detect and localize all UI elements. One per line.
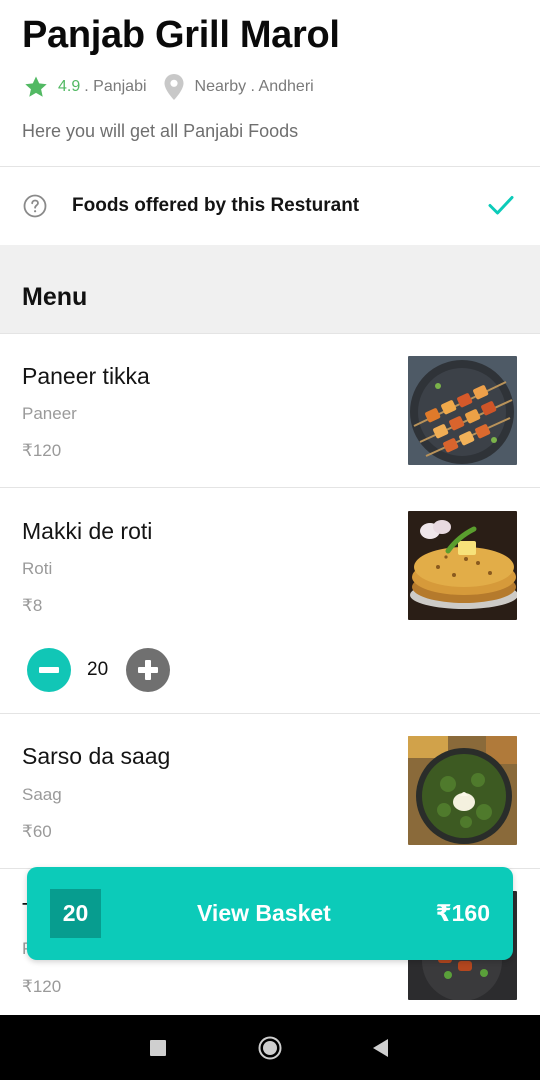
menu-item-price: ₹120: [22, 977, 62, 996]
check-icon: [488, 196, 514, 215]
home-button[interactable]: [258, 1036, 282, 1060]
recents-button[interactable]: [150, 1040, 166, 1056]
quantity-value: 20: [87, 659, 109, 680]
menu-item-name: Makki de roti: [22, 518, 153, 544]
location-label: Nearby . Andheri: [194, 78, 314, 95]
menu-item[interactable]: Makki de roti Roti ₹8 20: [0, 488, 540, 713]
menu-item-category: Roti: [22, 559, 53, 578]
menu-section-header: Menu: [0, 245, 540, 333]
menu-item[interactable]: Paneer tikka Paneer ₹120: [0, 334, 540, 487]
menu-item[interactable]: Sarso da saag Saag ₹60: [0, 714, 540, 868]
system-navigation-bar: [0, 1015, 540, 1080]
view-basket-label: View Basket: [197, 900, 331, 926]
foods-offered-label: Foods offered by this Resturant: [72, 195, 360, 216]
star-icon: [25, 76, 47, 97]
minus-icon: [39, 667, 59, 673]
rating-value: 4.9: [58, 78, 81, 95]
foods-offered-row[interactable]: Foods offered by this Resturant: [0, 167, 540, 244]
menu-item-price: ₹120: [22, 441, 62, 460]
menu-item-category: Saag: [22, 785, 62, 804]
restaurant-title: Panjab Grill Marol: [22, 14, 340, 56]
menu-item-name: Sarso da saag: [22, 743, 171, 769]
menu-item-price: ₹60: [22, 822, 52, 841]
paneer-tikka-image: [408, 356, 517, 465]
menu-item-name: Paneer tikka: [22, 363, 150, 389]
cuisine-label: . Panjabi: [84, 78, 147, 95]
question-circle-icon: [23, 194, 47, 218]
location-pin-icon: [164, 74, 184, 100]
increase-quantity-button[interactable]: [126, 648, 170, 692]
back-button[interactable]: [371, 1038, 389, 1058]
menu-title: Menu: [22, 283, 88, 311]
restaurant-meta: 4.9 . Panjabi Nearby . Andheri: [24, 72, 314, 102]
quantity-stepper: 20: [27, 648, 177, 692]
sarso-da-saag-image: [408, 736, 517, 845]
restaurant-description: Here you will get all Panjabi Foods: [22, 121, 299, 141]
makki-de-roti-image: [408, 511, 517, 620]
basket-count-badge: 20: [50, 889, 101, 938]
decrease-quantity-button[interactable]: [27, 648, 71, 692]
restaurant-header: Panjab Grill Marol 4.9 . Panjabi Nearby …: [0, 0, 540, 166]
menu-item-price: ₹8: [22, 596, 43, 615]
menu-item-category: Paneer: [22, 404, 77, 423]
view-basket-button[interactable]: 20 View Basket ₹160: [27, 867, 513, 960]
basket-total: ₹160: [435, 900, 490, 926]
